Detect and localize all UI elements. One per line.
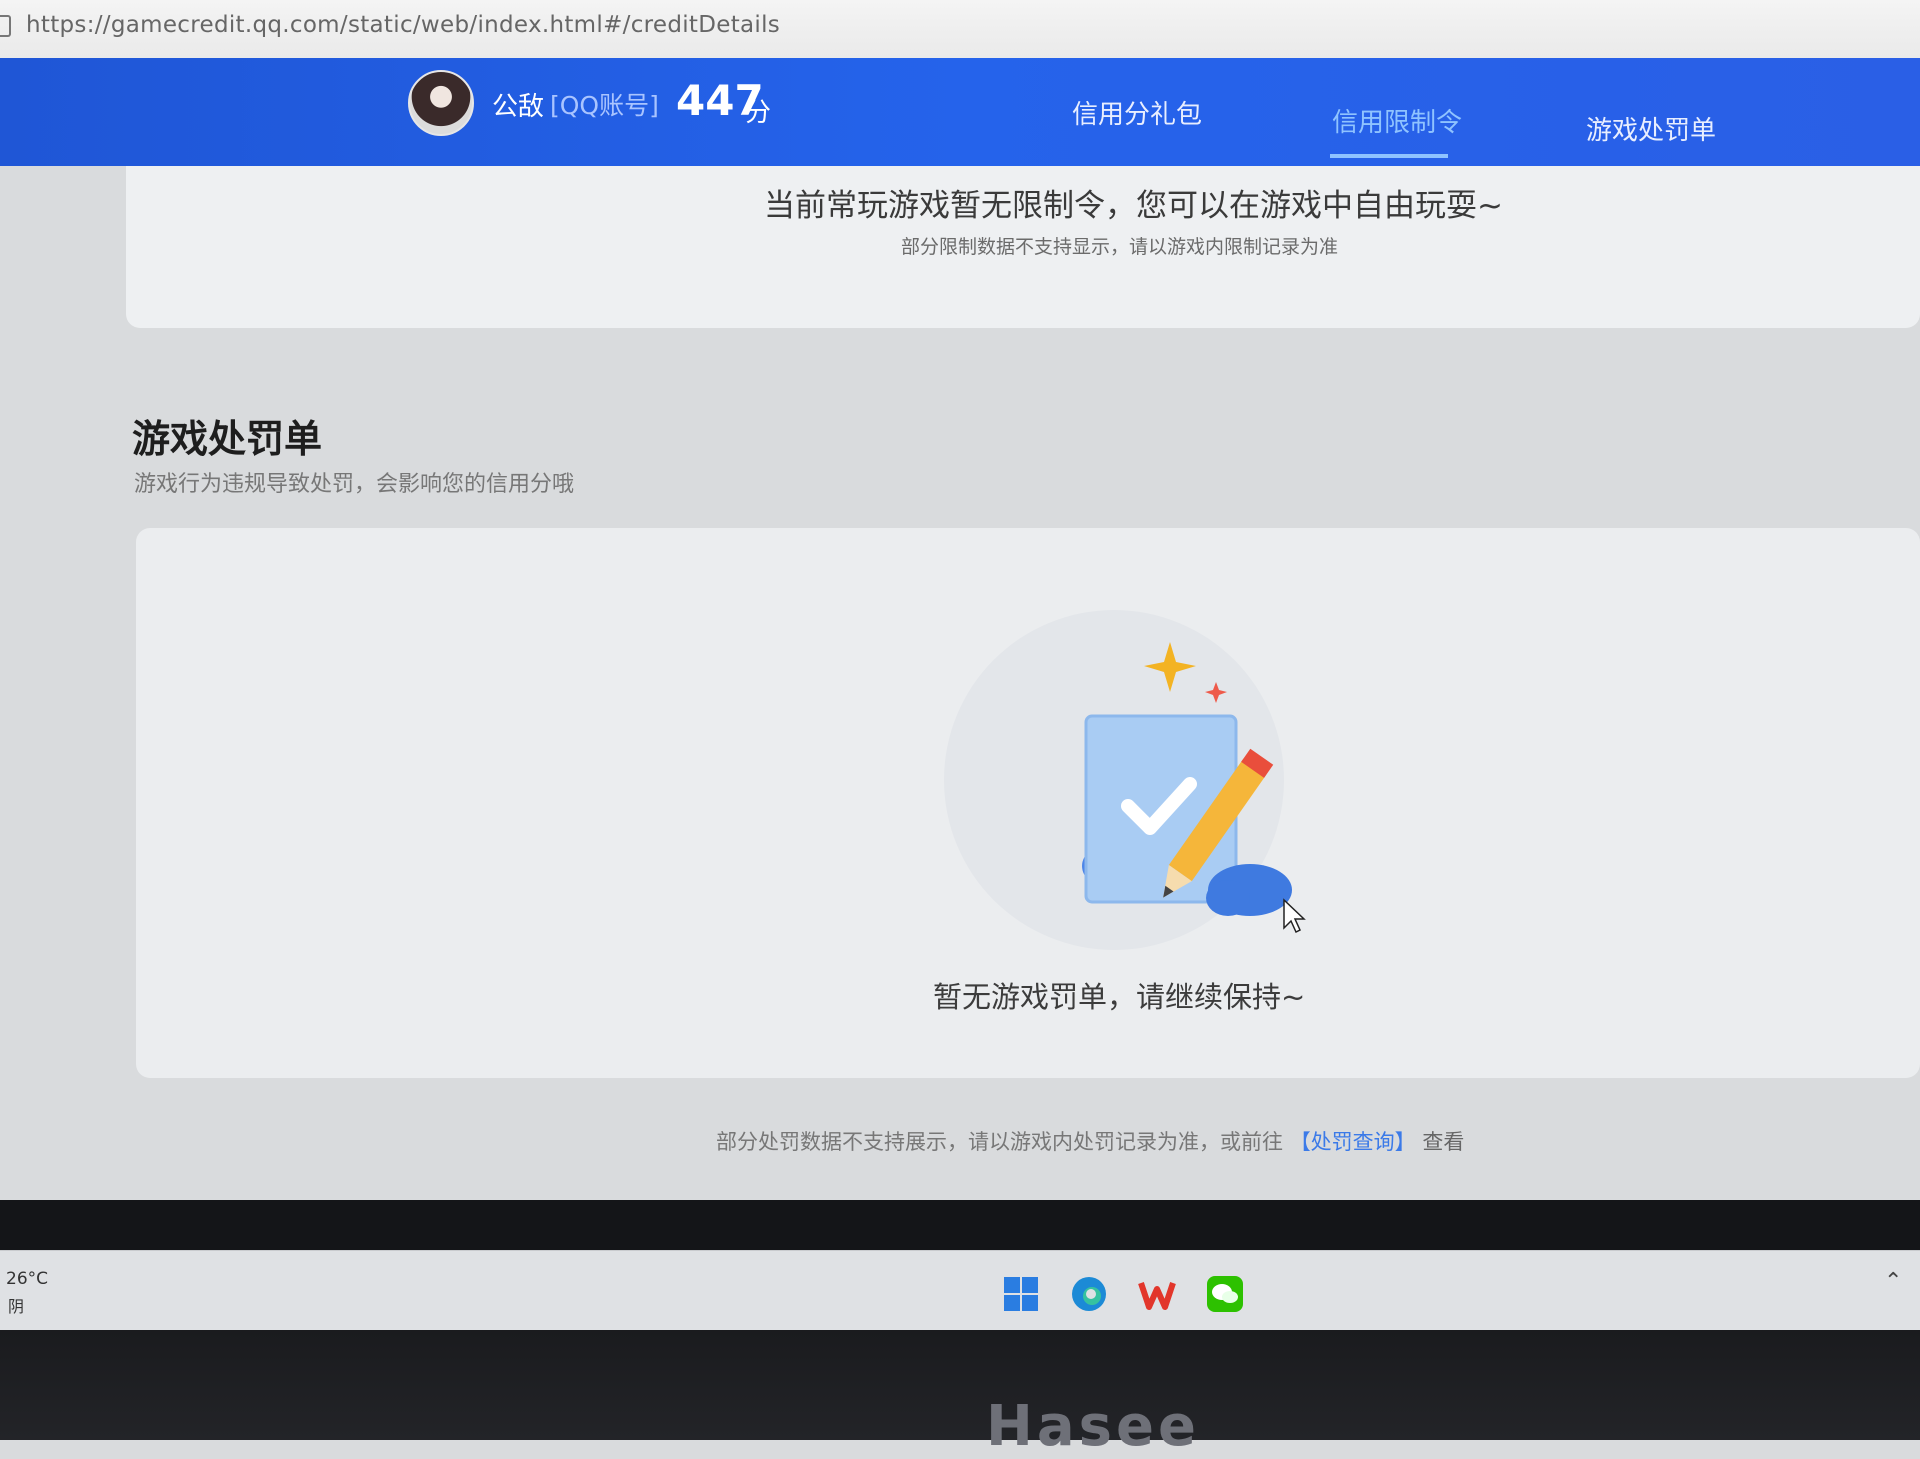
taskbar: 26°C 阴 ⌃ [0, 1250, 1920, 1331]
score-unit: 分 [745, 98, 772, 128]
empty-state-message: 暂无游戏罚单，请继续保持~ [933, 980, 1306, 1014]
browser-address-bar[interactable]: https://gamecredit.qq.com/static/web/ind… [0, 0, 1920, 59]
url-text[interactable]: https://gamecredit.qq.com/static/web/ind… [26, 12, 780, 38]
footer-note-text: 部分处罚数据不支持展示，请以游戏内处罚记录为准，或前往 [716, 1130, 1283, 1154]
punishment-query-link[interactable]: 【处罚查询】 [1290, 1130, 1416, 1154]
restriction-card: 当前常玩游戏暂无限制令，您可以在游戏中自由玩耍~ 部分限制数据不支持显示，请以游… [126, 166, 1920, 328]
section-title: 游戏处罚单 [132, 417, 323, 461]
edge-icon[interactable] [1070, 1275, 1108, 1313]
top-nav: 公敌 [QQ账号] 447 分 信用分礼包 信用限制令 游戏处罚单 [0, 58, 1920, 166]
avatar[interactable] [408, 70, 474, 136]
active-tab-indicator [1330, 154, 1448, 158]
empty-state-illustration [1082, 642, 1306, 934]
weather-desc[interactable]: 阴 [8, 1293, 24, 1317]
tab-game-punishment[interactable]: 游戏处罚单 [1586, 110, 1716, 147]
tray-chevron-up-icon[interactable]: ⌃ [1884, 1269, 1902, 1294]
wps-icon[interactable] [1138, 1275, 1176, 1313]
windows-start-icon[interactable] [1002, 1275, 1040, 1313]
cursor-icon [1283, 898, 1306, 934]
account-type: [QQ账号] [550, 91, 659, 120]
nickname: 公敌 [492, 92, 545, 122]
page-icon [0, 15, 11, 37]
section-subtitle: 游戏行为违规导致处罚，会影响您的信用分哦 [134, 472, 575, 497]
screen-bezel [0, 1200, 1920, 1250]
weather-temp[interactable]: 26°C [6, 1269, 48, 1289]
footer-tail: 查看 [1422, 1130, 1465, 1154]
wechat-icon[interactable] [1206, 1275, 1244, 1313]
tab-credit-gift[interactable]: 信用分礼包 [1072, 94, 1202, 131]
footer-note: 部分处罚数据不支持展示，请以游戏内处罚记录为准，或前往 【处罚查询】 查看 [716, 1126, 1464, 1156]
restriction-note: 部分限制数据不支持显示，请以游戏内限制记录为准 [901, 236, 1339, 258]
tab-credit-restriction[interactable]: 信用限制令 [1332, 102, 1462, 139]
laptop-body: Hasee [0, 1330, 1920, 1459]
sparkle-icon [1144, 642, 1196, 692]
restriction-message: 当前常玩游戏暂无限制令，您可以在游戏中自由玩耍~ [764, 188, 1503, 224]
small-sparkle-icon [1205, 682, 1227, 703]
punishment-card: 暂无游戏罚单，请继续保持~ [136, 528, 1920, 1078]
brand-logo: Hasee [986, 1394, 1200, 1459]
